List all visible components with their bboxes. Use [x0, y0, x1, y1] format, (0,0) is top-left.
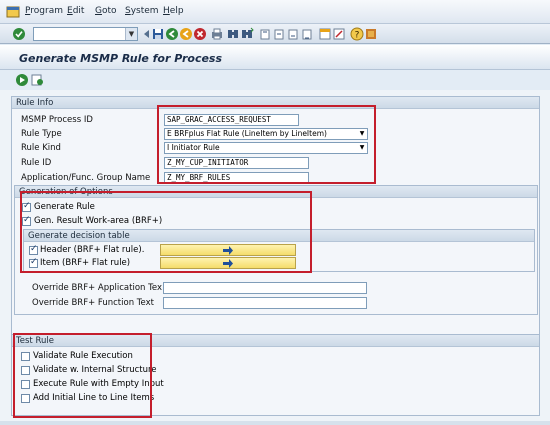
- header-label: Header (BRF+ Flat rule).: [40, 245, 145, 255]
- header-checkbox[interactable]: [29, 244, 38, 255]
- menu-bar: Program Edit Goto System Help: [0, 0, 550, 24]
- page-title: Generate MSMP Rule for Process: [19, 52, 223, 65]
- generate-rule-checkbox[interactable]: [22, 201, 31, 212]
- menu-system[interactable]: System: [125, 6, 159, 16]
- next-page-icon[interactable]: [286, 27, 300, 41]
- validate-internal-checkbox[interactable]: [21, 366, 30, 375]
- rule-type-value: E BRFplus Flat Rule (LineItem by LineIte…: [167, 129, 327, 138]
- enter-check-icon[interactable]: [12, 27, 26, 41]
- generate-rule-label: Generate Rule: [34, 202, 95, 212]
- rule-kind-dropdown[interactable]: I Initiator Rule ▼: [164, 142, 368, 154]
- generation-options-title: Generation of Options: [15, 186, 537, 198]
- gen-result-label: Gen. Result Work-area (BRF+): [34, 216, 163, 226]
- back-icon[interactable]: [165, 27, 179, 41]
- sap-window-icon[interactable]: [6, 5, 20, 19]
- find-next-icon[interactable]: [240, 27, 254, 41]
- standard-toolbar: ▼ ?: [0, 24, 550, 44]
- test-rule-group: Test Rule Validate Rule Execution Valida…: [11, 334, 540, 416]
- item-checkbox[interactable]: [29, 257, 38, 268]
- override-app-label: Override BRF+ Application Tex: [32, 283, 162, 293]
- command-field-dropdown-icon[interactable]: ▼: [125, 28, 137, 40]
- help-icon[interactable]: ?: [350, 27, 364, 41]
- test-rule-title: Test Rule: [12, 335, 539, 347]
- process-id-label: MSMP Process ID: [21, 115, 93, 125]
- shortcut-icon[interactable]: [332, 27, 346, 41]
- rule-kind-label: Rule Kind: [21, 143, 61, 153]
- menu-program[interactable]: Program: [25, 6, 63, 16]
- rule-id-field[interactable]: Z_MY_CUP_INITIATOR: [164, 157, 309, 169]
- rule-id-label: Rule ID: [21, 158, 52, 168]
- validate-rule-label: Validate Rule Execution: [33, 351, 133, 361]
- arrow-right-icon: [223, 246, 233, 255]
- app-group-field[interactable]: Z_MY_BRF_RULES: [164, 172, 309, 184]
- arrow-right-icon: [223, 259, 233, 268]
- gen-result-checkbox[interactable]: [22, 215, 31, 226]
- menu-help[interactable]: Help: [163, 6, 184, 16]
- execute-empty-checkbox[interactable]: [21, 380, 30, 389]
- override-app-field[interactable]: [163, 282, 367, 294]
- cancel-icon[interactable]: [193, 27, 207, 41]
- last-page-icon[interactable]: [300, 27, 314, 41]
- app-group-label: Application/Func. Group Name: [21, 173, 151, 183]
- override-func-field[interactable]: [163, 297, 367, 309]
- add-initial-line-label: Add Initial Line to Line Items: [33, 393, 155, 403]
- override-func-label: Override BRF+ Function Text: [32, 298, 154, 308]
- application-toolbar: [0, 70, 550, 90]
- item-table-button[interactable]: [160, 257, 296, 269]
- menu-edit[interactable]: Edit: [67, 6, 84, 16]
- rule-kind-value: I Initiator Rule: [167, 143, 220, 152]
- customize-layout-icon[interactable]: [364, 27, 378, 41]
- previous-page-icon[interactable]: [272, 27, 286, 41]
- chevron-down-icon[interactable]: ▼: [357, 143, 367, 153]
- validate-rule-checkbox[interactable]: [21, 352, 30, 361]
- first-page-icon[interactable]: [258, 27, 272, 41]
- item-label: Item (BRF+ Flat rule): [40, 258, 131, 268]
- footer-strip: [0, 421, 550, 425]
- decision-table-group: Generate decision table Header (BRF+ Fla…: [23, 229, 535, 272]
- command-field[interactable]: ▼: [33, 27, 138, 41]
- exit-icon[interactable]: [179, 27, 193, 41]
- new-session-icon[interactable]: [318, 27, 332, 41]
- generation-options-group: Generation of Options Generate Rule Gen.…: [14, 185, 538, 315]
- menu-goto[interactable]: Goto: [95, 6, 117, 16]
- title-bar: Generate MSMP Rule for Process: [0, 45, 550, 70]
- execute-empty-label: Execute Rule with Empty Input: [33, 379, 164, 389]
- get-variant-icon[interactable]: [30, 73, 44, 87]
- add-initial-line-checkbox[interactable]: [21, 394, 30, 403]
- find-icon[interactable]: [226, 27, 240, 41]
- header-table-button[interactable]: [160, 244, 296, 256]
- rule-info-title: Rule Info: [12, 97, 539, 109]
- save-icon[interactable]: [151, 27, 165, 41]
- execute-icon[interactable]: [15, 73, 29, 87]
- rule-type-dropdown[interactable]: E BRFplus Flat Rule (LineItem by LineIte…: [164, 128, 368, 140]
- svg-text:?: ?: [355, 31, 360, 41]
- print-icon[interactable]: [210, 27, 224, 41]
- main-content: Rule Info MSMP Process ID SAP_GRAC_ACCES…: [0, 90, 550, 425]
- rule-type-label: Rule Type: [21, 129, 62, 139]
- process-id-field[interactable]: SAP_GRAC_ACCESS_REQUEST: [164, 114, 299, 126]
- validate-internal-label: Validate w. Internal Structure: [33, 365, 157, 375]
- decision-table-title: Generate decision table: [24, 230, 534, 242]
- chevron-down-icon[interactable]: ▼: [357, 129, 367, 139]
